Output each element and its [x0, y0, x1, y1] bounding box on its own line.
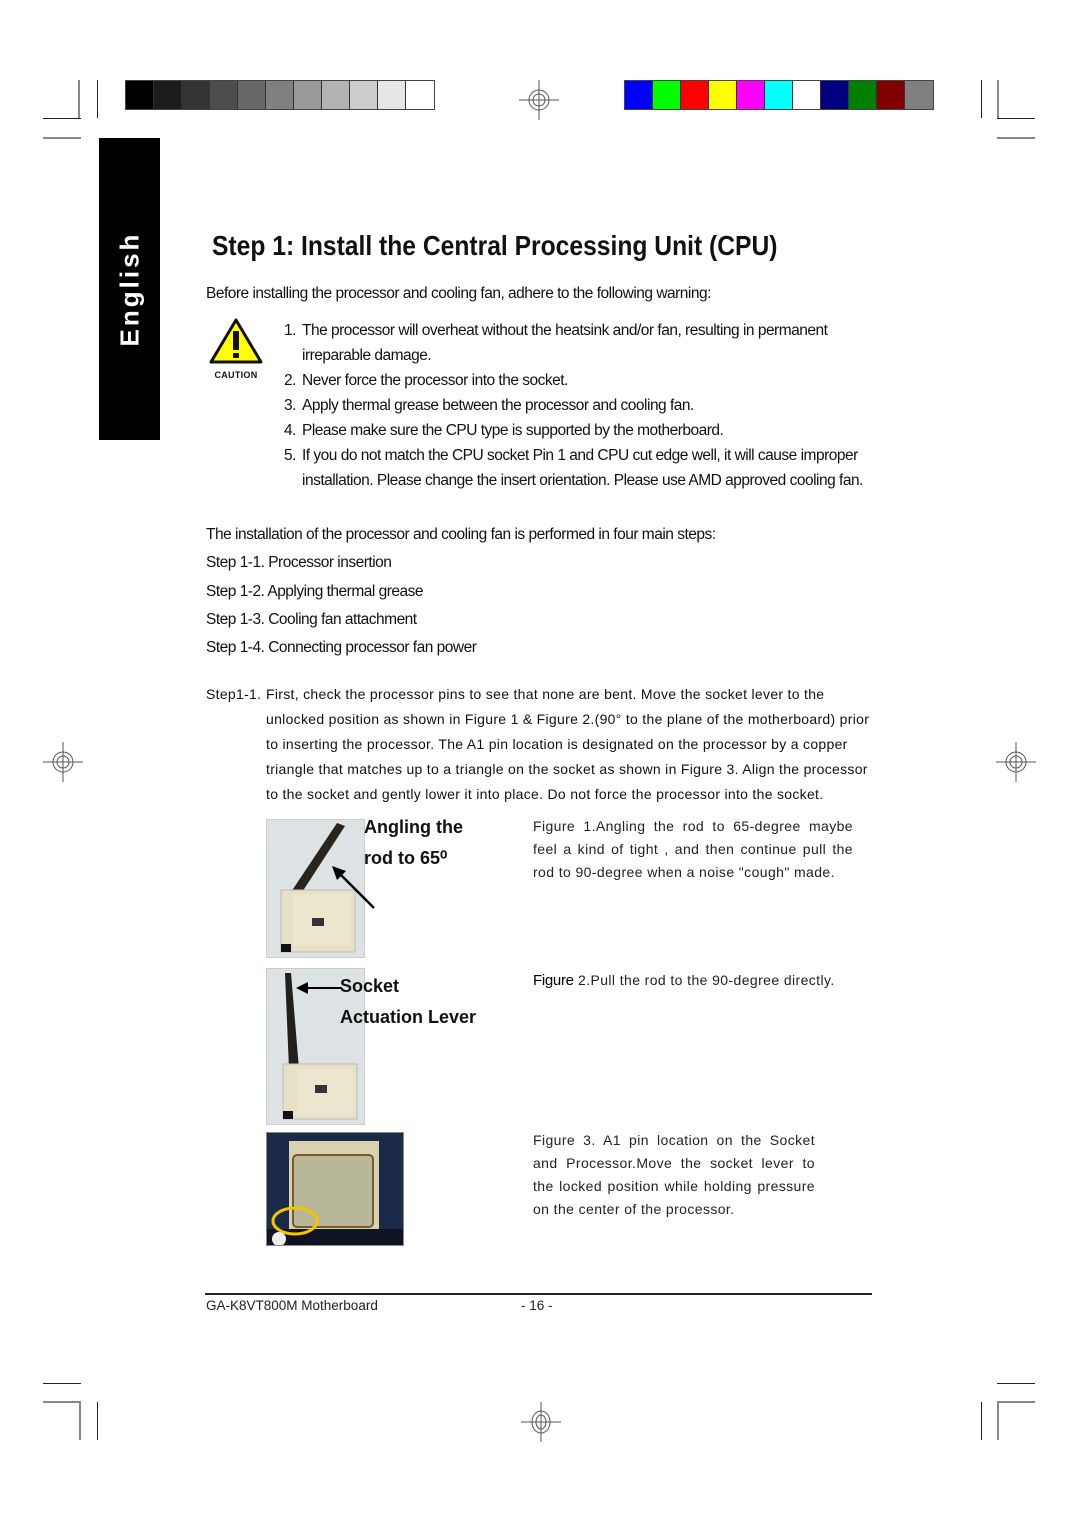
figure-1-caption: Figure 1.Angling the rod to 65-degree ma… — [533, 818, 853, 880]
crop-mark — [78, 80, 80, 118]
color-swatch — [821, 81, 849, 109]
step-detail-line: First, check the processor pins to see t… — [266, 686, 825, 702]
color-swatch — [182, 81, 210, 109]
caution-block: CAUTION — [208, 318, 264, 380]
crop-mark — [43, 118, 81, 119]
caution-label: CAUTION — [214, 370, 258, 380]
step-detail-line: unlocked position as shown in Figure 1 &… — [266, 711, 870, 727]
color-swatch — [210, 81, 238, 109]
color-swatch — [737, 81, 765, 109]
color-swatch — [793, 81, 821, 109]
warning-item: 4. Please make sure the CPU type is suppo… — [284, 422, 724, 439]
color-swatch — [294, 81, 322, 109]
color-swatch — [877, 81, 905, 109]
footer-product: GA-K8VT800M Motherboard — [206, 1298, 378, 1313]
crop-mark — [43, 1383, 81, 1384]
step-item: Step 1-4. Connecting processor fan power — [206, 639, 477, 656]
crop-mark — [43, 1401, 81, 1403]
step-item: Step 1-2. Applying thermal grease — [206, 583, 424, 600]
color-swatch — [266, 81, 294, 109]
page-title: Step 1: Install the Central Processing U… — [212, 230, 778, 261]
crop-mark — [43, 137, 81, 139]
page-number: - 16 - — [521, 1298, 553, 1313]
color-swatch — [709, 81, 737, 109]
crop-mark — [97, 1402, 98, 1440]
steps-intro: The installation of the processor and co… — [206, 526, 716, 543]
warning-item: 1. The processor will overheat without th… — [284, 322, 828, 364]
figure-3-caption: Figure 3. A1 pin location on the Socket … — [533, 1132, 815, 1217]
crop-mark — [997, 80, 999, 118]
crop-mark — [997, 118, 1035, 119]
intro-text: Before installing the processor and cool… — [206, 285, 711, 302]
crop-mark — [79, 1402, 81, 1440]
crosshair-target-icon — [43, 742, 83, 782]
step-detail-line: to the socket and gently lower it into p… — [266, 786, 824, 802]
color-swatch — [765, 81, 793, 109]
color-swatch — [406, 81, 434, 109]
step-item: Step 1-3. Cooling fan attachment — [206, 611, 417, 628]
warning-item: 2. Never force the processor into the soc… — [284, 372, 568, 389]
step-detail-line: to inserting the processor. The A1 pin l… — [266, 736, 848, 752]
caution-triangle-icon — [209, 318, 263, 364]
step-detail-label: Step1-1. — [206, 686, 262, 702]
color-swatch — [625, 81, 653, 109]
figure-3-photo — [266, 1132, 404, 1246]
color-swatch — [238, 81, 266, 109]
figure-2-caption: Figure 2.Pull the rod to the 90-degree d… — [533, 972, 835, 989]
figure-1-label: Angling the rod to 65⁰ — [364, 817, 463, 868]
crop-mark — [97, 80, 98, 118]
arrow-icon — [296, 982, 342, 994]
color-swatch — [126, 81, 154, 109]
grayscale-color-bar — [125, 80, 435, 110]
step-detail-line: triangle that matches up to a triangle o… — [266, 761, 868, 777]
color-swatch — [849, 81, 877, 109]
color-swatch — [653, 81, 681, 109]
crop-mark — [997, 1401, 1035, 1403]
language-label: English — [114, 231, 144, 347]
warning-list: 1. The processor will overheat without th… — [284, 318, 877, 493]
step-item: Step 1-1. Processor insertion — [206, 554, 392, 571]
warning-item: 3. Apply thermal grease between the proce… — [284, 397, 694, 414]
warning-item: 5. If you do not match the CPU socket Pin… — [284, 447, 863, 489]
figure-2-label: Socket Actuation Lever — [340, 976, 477, 1027]
crop-mark — [997, 137, 1035, 139]
color-calibration-bar — [624, 80, 934, 110]
crop-mark — [997, 1383, 1035, 1384]
language-tab: English — [99, 138, 160, 440]
crop-mark — [981, 1402, 982, 1440]
color-swatch — [378, 81, 406, 109]
crosshair-target-icon — [519, 80, 559, 120]
color-swatch — [681, 81, 709, 109]
color-swatch — [350, 81, 378, 109]
color-swatch — [154, 81, 182, 109]
crosshair-target-icon — [521, 1402, 561, 1442]
crop-mark — [981, 80, 982, 118]
color-swatch — [905, 81, 933, 109]
footer-divider — [205, 1293, 872, 1295]
crosshair-target-icon — [996, 742, 1036, 782]
crop-mark — [997, 1402, 999, 1440]
color-swatch — [322, 81, 350, 109]
